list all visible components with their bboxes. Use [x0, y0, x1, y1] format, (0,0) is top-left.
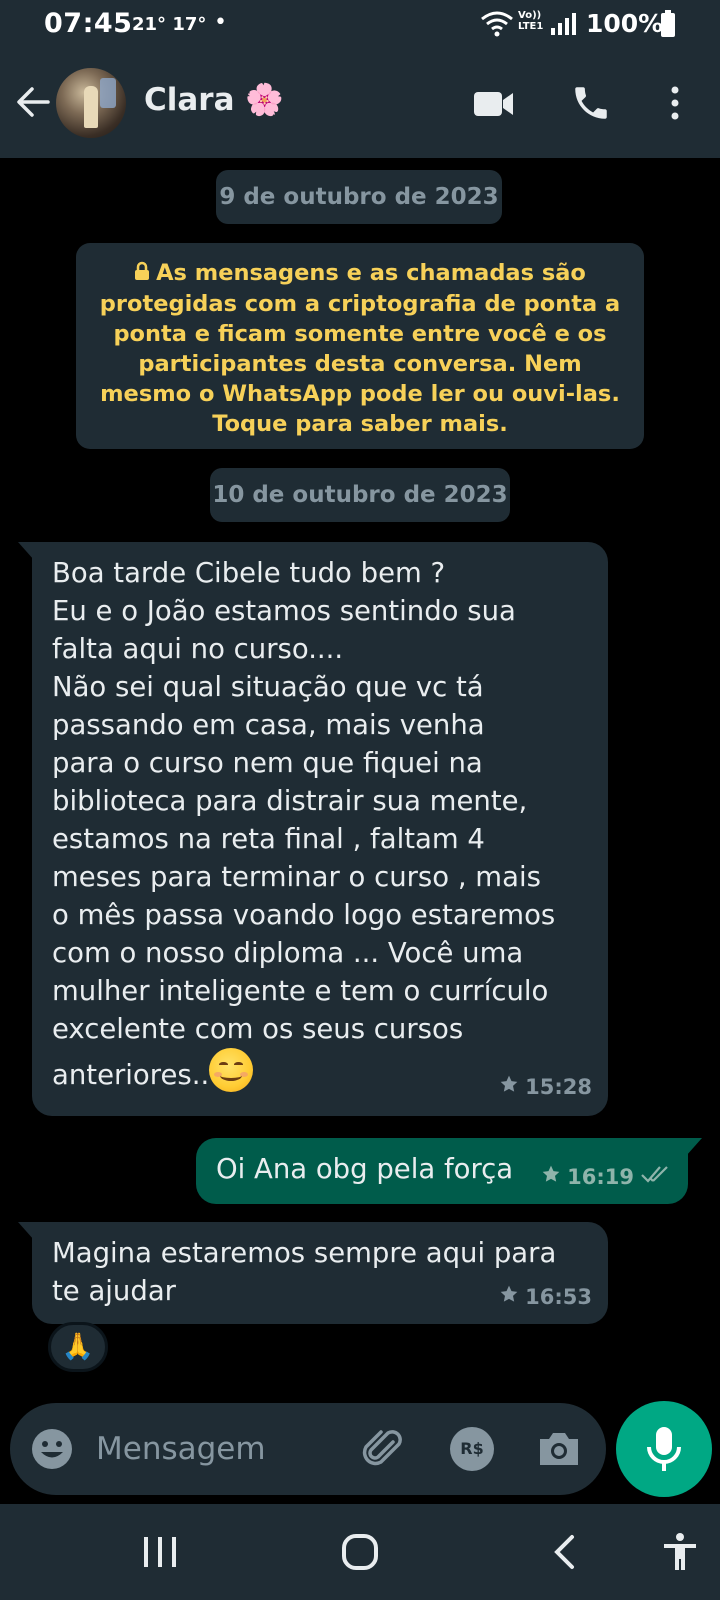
- encryption-notice-text: As mensagens e as chamadas são protegida…: [99, 260, 621, 437]
- lock-icon: [134, 259, 150, 289]
- encryption-notice[interactable]: As mensagens e as chamadas são protegida…: [76, 243, 644, 449]
- status-weather: 21° 17°: [132, 14, 207, 35]
- paperclip-icon: [362, 1430, 402, 1466]
- battery-icon: [660, 10, 676, 42]
- message-time: 15:28: [525, 1075, 592, 1099]
- smiling-face-emoji: [209, 1048, 254, 1092]
- network-type-label: Vo)) LTE1: [518, 10, 543, 32]
- phone-icon: [575, 87, 607, 119]
- date-divider: 9 de outubro de 2023: [216, 170, 502, 224]
- accessibility-icon: [664, 1533, 696, 1570]
- message-text: Magina estaremos sempre aqui para te aju…: [52, 1237, 557, 1307]
- message-text: Oi Ana obg pela força: [216, 1153, 514, 1185]
- star-icon: [499, 1278, 519, 1316]
- avatar[interactable]: [56, 68, 126, 138]
- home-icon: [342, 1534, 378, 1570]
- recent-apps-icon: [144, 1537, 176, 1567]
- message-meta: 16:53: [499, 1278, 592, 1316]
- message-text: Boa tarde Cibele tudo bem ? Eu e o João …: [52, 557, 556, 1091]
- message-bubble-outgoing[interactable]: Oi Ana obg pela força 16:19: [196, 1138, 702, 1204]
- message-bubble-incoming[interactable]: Boa tarde Cibele tudo bem ? Eu e o João …: [18, 542, 608, 1116]
- home-button[interactable]: [340, 1532, 380, 1572]
- chevron-left-icon: [554, 1535, 574, 1569]
- chat-header: Clara 🌸: [0, 52, 720, 158]
- wifi-icon: [480, 10, 514, 42]
- more-options-button[interactable]: [660, 82, 690, 124]
- video-call-button[interactable]: [472, 86, 516, 122]
- camera-icon: [540, 1433, 578, 1465]
- accessibility-button[interactable]: [660, 1532, 700, 1572]
- camera-button[interactable]: [536, 1427, 582, 1471]
- emoji-icon: [32, 1429, 72, 1469]
- volte-label: Vo)): [518, 10, 542, 21]
- system-nav-bar: [0, 1504, 720, 1600]
- payment-button[interactable]: R$: [450, 1427, 494, 1471]
- recent-apps-button[interactable]: [140, 1534, 180, 1570]
- status-time: 07:45: [44, 8, 133, 39]
- status-bar: 07:45 21° 17° • Vo)) LTE1 100%: [0, 0, 720, 52]
- star-icon: [499, 1068, 519, 1106]
- signal-icon: [550, 12, 578, 40]
- microphone-icon: [647, 1427, 681, 1471]
- message-time: 16:19: [567, 1165, 634, 1189]
- message-input[interactable]: [94, 1425, 344, 1473]
- status-notification-dot: •: [214, 10, 227, 35]
- message-composer: R$: [10, 1403, 606, 1495]
- back-arrow-icon: [17, 87, 50, 117]
- more-vert-icon: [671, 86, 679, 120]
- date-divider: 10 de outubro de 2023: [210, 468, 510, 522]
- lte-label: LTE1: [518, 21, 544, 32]
- contact-name[interactable]: Clara 🌸: [144, 81, 284, 118]
- emoji-button[interactable]: [30, 1427, 74, 1471]
- nav-back-button[interactable]: [550, 1534, 580, 1570]
- voice-message-button[interactable]: [616, 1401, 712, 1497]
- double-check-icon: [640, 1158, 674, 1196]
- battery-percent: 100%: [586, 9, 664, 38]
- video-camera-icon: [474, 92, 513, 116]
- message-bubble-incoming[interactable]: Magina estaremos sempre aqui para te aju…: [18, 1222, 608, 1324]
- back-button[interactable]: [12, 80, 56, 124]
- message-meta: 15:28: [499, 1068, 592, 1106]
- voice-call-button[interactable]: [570, 82, 612, 124]
- star-icon: [541, 1158, 561, 1196]
- attach-button[interactable]: [360, 1425, 408, 1473]
- message-reaction[interactable]: 🙏: [48, 1322, 108, 1372]
- message-time: 16:53: [525, 1285, 592, 1309]
- message-meta: 16:19: [541, 1158, 674, 1196]
